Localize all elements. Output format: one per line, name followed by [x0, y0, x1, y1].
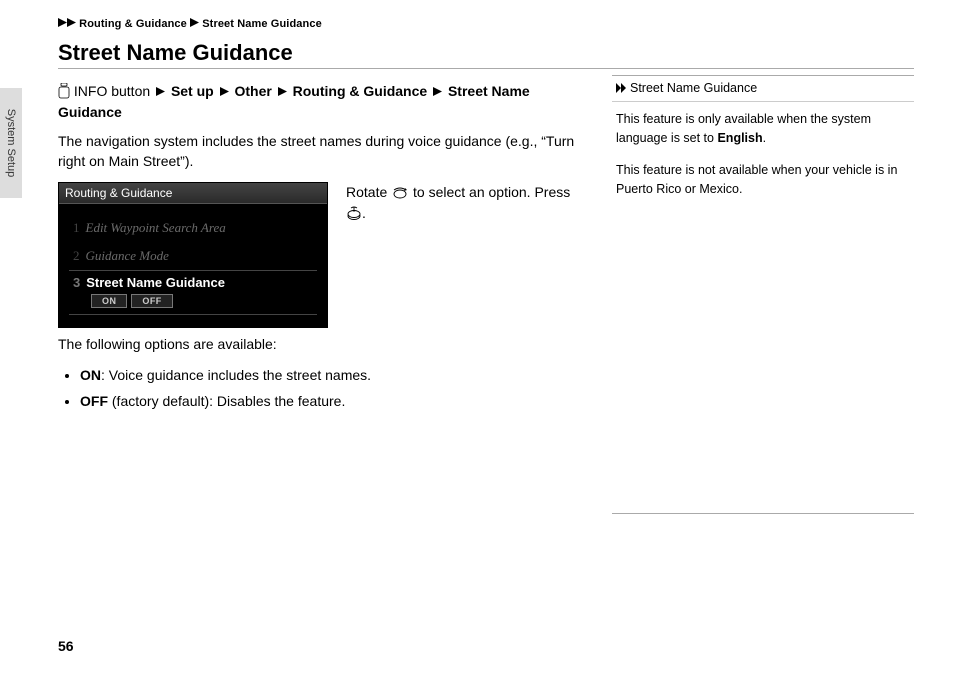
main-column: INFO button Set up Other Routing & Guida…	[58, 75, 588, 514]
note-body: This feature is only available when the …	[612, 102, 914, 513]
toggle-off: OFF	[131, 294, 172, 308]
nav-info: INFO button	[74, 83, 150, 99]
option-on-text: : Voice guidance includes the street nam…	[101, 367, 371, 383]
breadcrumb-a: Routing & Guidance	[79, 18, 187, 30]
menu-row-3-label: Street Name Guidance	[86, 275, 225, 290]
option-on-label: ON	[80, 367, 101, 383]
note-p2: This feature is not available when your …	[616, 161, 910, 199]
screenshot-row: Routing & Guidance 1Edit Waypoint Search…	[58, 182, 588, 328]
press-dial-icon	[346, 205, 362, 221]
option-off-label: OFF	[80, 393, 108, 409]
triangle-icon	[58, 18, 67, 30]
triangle-icon	[220, 81, 229, 102]
screenshot-title: Routing & Guidance	[59, 183, 327, 204]
menu-row-2-label: Guidance Mode	[86, 248, 169, 263]
nav-routing: Routing & Guidance	[293, 83, 428, 99]
step-a: Rotate	[346, 184, 391, 200]
option-off-text: (factory default): Disables the feature.	[108, 393, 345, 409]
side-column: Street Name Guidance This feature is onl…	[612, 75, 914, 514]
breadcrumb-b: Street Name Guidance	[202, 18, 322, 30]
menu-row-1-label: Edit Waypoint Search Area	[86, 220, 226, 235]
page-title: Street Name Guidance	[58, 40, 914, 69]
nav-setup: Set up	[171, 83, 214, 99]
rotate-dial-icon	[391, 184, 409, 200]
menu-row-2: 2Guidance Mode	[69, 242, 317, 270]
device-screenshot: Routing & Guidance 1Edit Waypoint Search…	[58, 182, 328, 328]
content-columns: INFO button Set up Other Routing & Guida…	[58, 75, 914, 514]
step-c: .	[362, 205, 366, 221]
note-p1c: .	[763, 131, 766, 145]
option-off: OFF (factory default): Disables the feat…	[80, 390, 588, 412]
menu-row-3: 3Street Name Guidance ON OFF	[69, 270, 317, 315]
step-b: to select an option. Press	[409, 184, 570, 200]
note-p1b: English	[717, 131, 762, 145]
triangle-icon	[433, 81, 442, 102]
section-tab-label: System Setup	[5, 109, 17, 177]
double-chevron-icon	[616, 81, 628, 95]
triangle-icon	[278, 81, 287, 102]
nav-path: INFO button Set up Other Routing & Guida…	[58, 81, 588, 123]
triangle-icon	[67, 18, 76, 30]
note-title: Street Name Guidance	[630, 81, 757, 95]
manual-page: System Setup Routing & Guidance Street N…	[0, 0, 954, 674]
note-p1: This feature is only available when the …	[616, 110, 910, 148]
nav-other: Other	[235, 83, 272, 99]
option-on: ON: Voice guidance includes the street n…	[80, 364, 588, 386]
follow-text: The following options are available:	[58, 334, 588, 354]
intro-text: The navigation system includes the stree…	[58, 131, 588, 172]
page-number: 56	[58, 638, 74, 654]
section-tab: System Setup	[0, 88, 22, 198]
step-instruction: Rotate to select an option. Press .	[346, 182, 588, 224]
screenshot-body: 1Edit Waypoint Search Area 2Guidance Mod…	[59, 204, 327, 317]
breadcrumb: Routing & Guidance Street Name Guidance	[58, 18, 914, 30]
menu-row-1: 1Edit Waypoint Search Area	[69, 214, 317, 242]
note-box: Street Name Guidance This feature is onl…	[612, 75, 914, 514]
note-head: Street Name Guidance	[612, 76, 914, 102]
triangle-icon	[190, 18, 199, 30]
triangle-icon	[156, 81, 165, 102]
options-list: ON: Voice guidance includes the street n…	[58, 364, 588, 413]
info-button-icon	[58, 83, 70, 99]
on-off-toggle: ON OFF	[91, 294, 313, 308]
toggle-on: ON	[91, 294, 127, 308]
